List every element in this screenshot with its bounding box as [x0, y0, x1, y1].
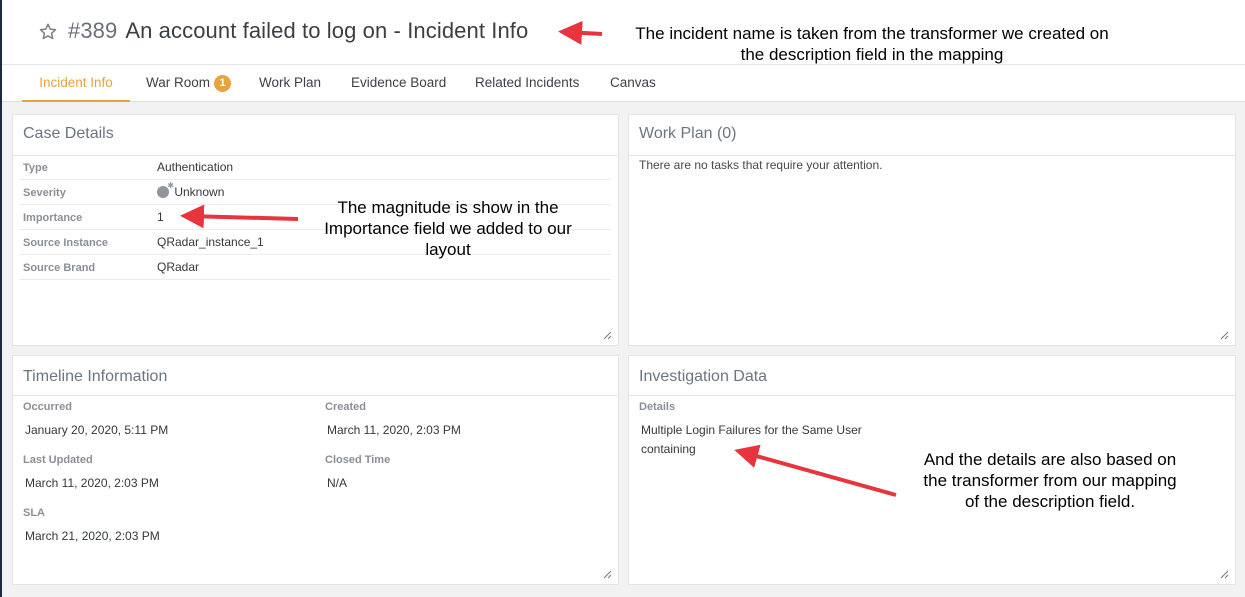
field-label: Type [23, 162, 48, 174]
details-annotation: And the details are also based on the tr… [923, 450, 1177, 511]
occurred-value[interactable]: January 20, 2020, 5:11 PM [25, 423, 168, 437]
title-annotation-line2: the description field in the mapping [740, 45, 1004, 64]
tab-label: Evidence Board [351, 75, 447, 90]
created-label: Created [325, 401, 366, 413]
case-details-title: Case Details [23, 125, 114, 142]
field-label: Source Brand [23, 262, 96, 274]
work-plan-title: Work Plan (0) [639, 125, 737, 142]
resize-handle-icon[interactable] [1220, 331, 1229, 340]
last-updated-label: Last Updated [23, 454, 93, 466]
tab-label: War Room [146, 75, 211, 90]
work-plan-panel: Work Plan (0) There are no tasks that re… [628, 114, 1236, 346]
tab-work-plan[interactable]: Work Plan [259, 65, 321, 102]
resize-handle-icon[interactable] [603, 331, 612, 340]
investigation-data-title: Investigation Data [639, 368, 768, 385]
resize-handle-icon[interactable] [603, 570, 612, 579]
divider [629, 155, 1235, 156]
tab-incident-info[interactable]: Incident Info [22, 65, 130, 102]
last-updated-value[interactable]: March 11, 2020, 2:03 PM [25, 476, 159, 490]
tab-evidence-board[interactable]: Evidence Board [351, 65, 446, 102]
tab-label: Canvas [610, 75, 656, 90]
timeline-title: Timeline Information [23, 368, 168, 385]
details-label: Details [639, 401, 676, 413]
divider [629, 395, 1235, 396]
tab-label: Related Incidents [475, 75, 580, 90]
field-row-type: Type Authentication [19, 155, 611, 180]
star-icon[interactable] [38, 22, 58, 42]
created-value[interactable]: March 11, 2020, 2:03 PM [327, 423, 461, 437]
field-value-wrapper[interactable]: ✱ Unknown [157, 182, 225, 199]
war-room-count-badge: 1 [214, 75, 232, 92]
tab-bar: Incident Info War Room 1 Work Plan Eviden… [2, 64, 1245, 102]
occurred-label: Occurred [23, 401, 72, 413]
field-label: Source Instance [23, 237, 108, 249]
divider [13, 395, 618, 396]
incident-number: #389 [68, 18, 118, 43]
tab-canvas[interactable]: Canvas [610, 65, 656, 102]
page-title: #389 An account failed to log on - Incide… [68, 18, 528, 44]
field-label: Severity [23, 187, 66, 199]
field-value[interactable]: QRadar [157, 260, 199, 274]
empty-tasks-message: There are no tasks that require your att… [639, 158, 883, 172]
closed-time-label: Closed Time [325, 454, 391, 466]
tab-label: Incident Info [39, 75, 113, 90]
incident-name: An account failed to log on - Incident I… [125, 18, 529, 43]
closed-time-value[interactable]: N/A [327, 476, 347, 490]
timeline-panel: Timeline Information Occurred January 20… [12, 355, 619, 585]
field-value[interactable]: 1 [157, 210, 164, 224]
tab-label: Work Plan [259, 75, 322, 90]
title-annotation-line1: The incident name is taken from the tran… [635, 24, 1109, 43]
tab-war-room[interactable]: War Room 1 [146, 65, 232, 102]
title-annotation: The incident name is taken from the tran… [598, 23, 1146, 65]
severity-value: Unknown [174, 185, 225, 199]
severity-bomb-icon: ✱ [157, 182, 174, 198]
field-value[interactable]: QRadar_instance_1 [157, 235, 264, 249]
details-value[interactable]: Multiple Login Failures for the Same Use… [641, 421, 891, 459]
resize-handle-icon[interactable] [1220, 570, 1229, 579]
tab-related-incidents[interactable]: Related Incidents [475, 65, 579, 102]
field-value[interactable]: Authentication [157, 160, 233, 174]
sla-value[interactable]: March 21, 2020, 2:03 PM [25, 529, 160, 543]
importance-annotation: The magnitude is show in the Importance … [324, 198, 572, 259]
sla-label: SLA [23, 507, 45, 519]
field-label: Importance [23, 212, 83, 224]
